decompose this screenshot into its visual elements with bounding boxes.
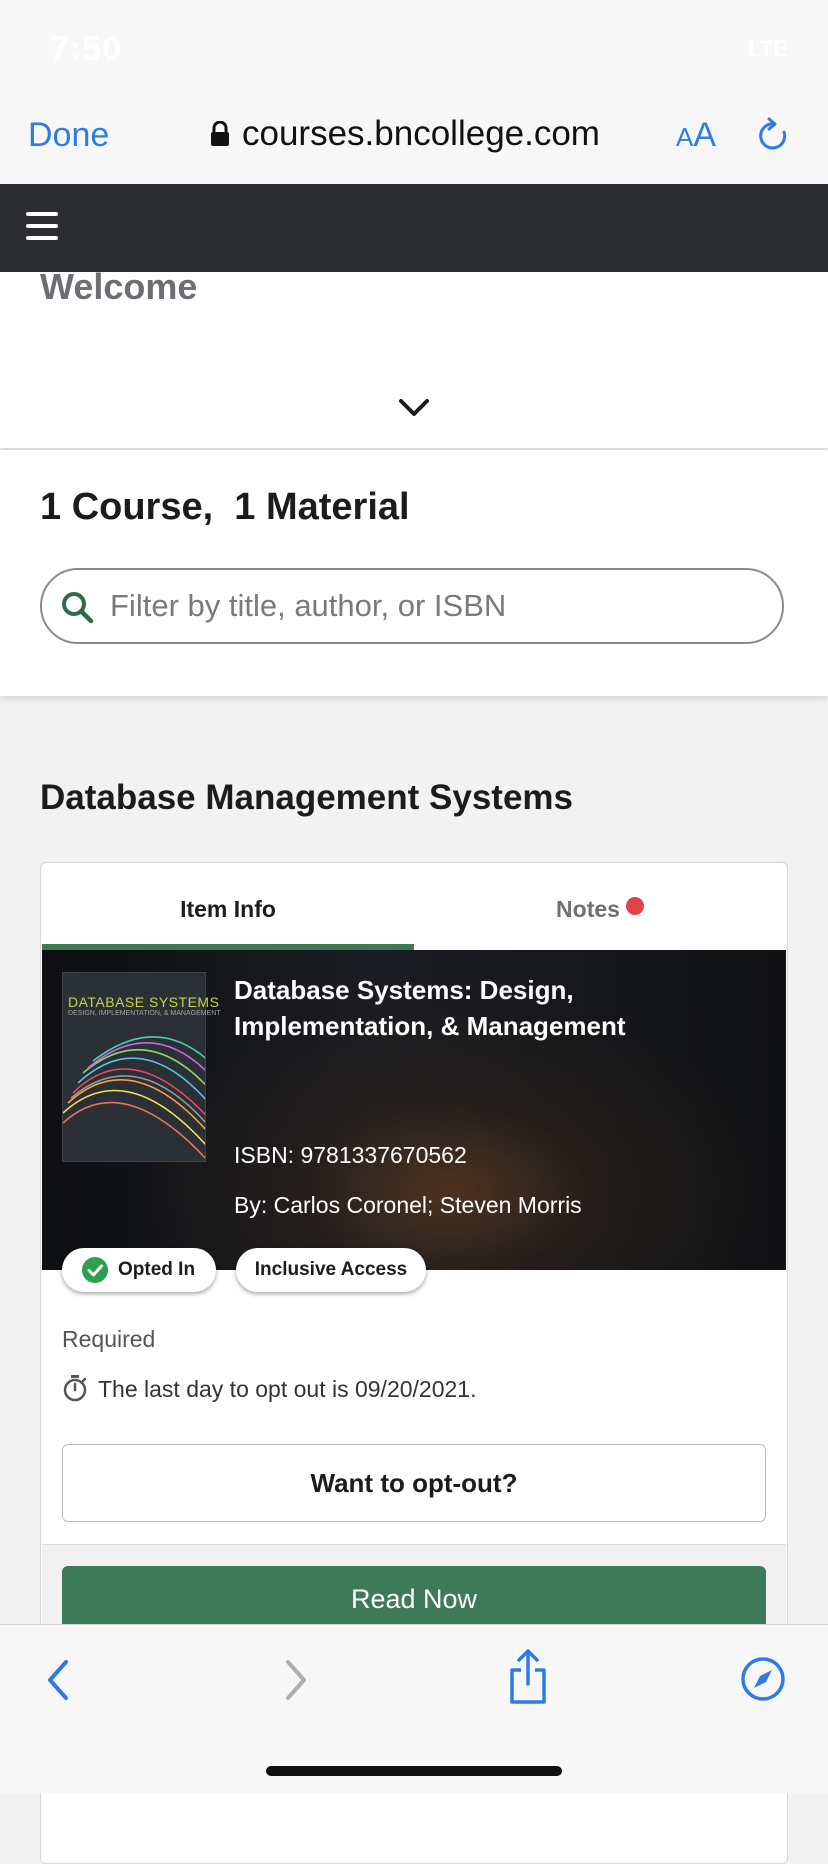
- notification-dot: [625, 897, 644, 915]
- text-size-button[interactable]: AA: [676, 116, 716, 155]
- address-bar[interactable]: courses.bncollege.com: [210, 114, 600, 154]
- status-time: 7:50: [50, 30, 123, 68]
- welcome-title: Welcome: [40, 266, 198, 307]
- site-nav-bar: [0, 184, 828, 272]
- cover-subtitle-text: DESIGN, IMPLEMENTATION, & MANAGEMENT: [68, 1010, 221, 1017]
- text-size-small-glyph: A: [676, 122, 694, 152]
- menu-icon[interactable]: [26, 212, 58, 242]
- reload-icon[interactable]: [756, 116, 792, 156]
- opted-in-label: Opted In: [118, 1259, 196, 1280]
- tab-notes[interactable]: Notes: [414, 874, 786, 944]
- home-indicator: [266, 1766, 562, 1776]
- lock-icon: [211, 121, 229, 146]
- inclusive-access-badge: Inclusive Access: [236, 1248, 426, 1292]
- tab-item-info[interactable]: Item Info: [42, 874, 414, 944]
- status-bar: [0, 0, 828, 90]
- opt-out-deadline: The last day to opt out is 09/20/2021.: [98, 1376, 477, 1402]
- status-network: LTE: [748, 36, 788, 61]
- opt-out-button[interactable]: Want to opt-out?: [62, 1444, 766, 1522]
- cover-title-text: DATABASE SYSTEMS: [68, 994, 220, 1010]
- course-material-count: 1 Course, 1 Material: [40, 486, 410, 528]
- check-circle-icon: [82, 1257, 108, 1283]
- search-icon: [62, 592, 94, 624]
- chevron-down-icon[interactable]: [398, 398, 430, 418]
- timer-icon: [63, 1375, 87, 1402]
- course-title: Database Management Systems: [40, 778, 573, 817]
- url-text: courses.bncollege.com: [242, 114, 600, 153]
- search-input[interactable]: [110, 584, 750, 628]
- done-button[interactable]: Done: [28, 116, 109, 155]
- required-label: Required: [62, 1326, 156, 1352]
- book-title: Database Systems: Design, Implementation…: [234, 975, 626, 1041]
- forward-icon[interactable]: [282, 1658, 310, 1702]
- compass-icon[interactable]: [740, 1656, 786, 1702]
- text-size-large-glyph: A: [693, 116, 717, 154]
- share-icon[interactable]: [506, 1648, 550, 1706]
- opted-in-badge: Opted In: [62, 1248, 216, 1292]
- tab-notes-label: Notes: [556, 896, 620, 922]
- book-isbn: ISBN: 9781337670562: [234, 1142, 467, 1168]
- book-authors: By: Carlos Coronel; Steven Morris: [234, 1192, 582, 1218]
- back-icon[interactable]: [44, 1658, 72, 1702]
